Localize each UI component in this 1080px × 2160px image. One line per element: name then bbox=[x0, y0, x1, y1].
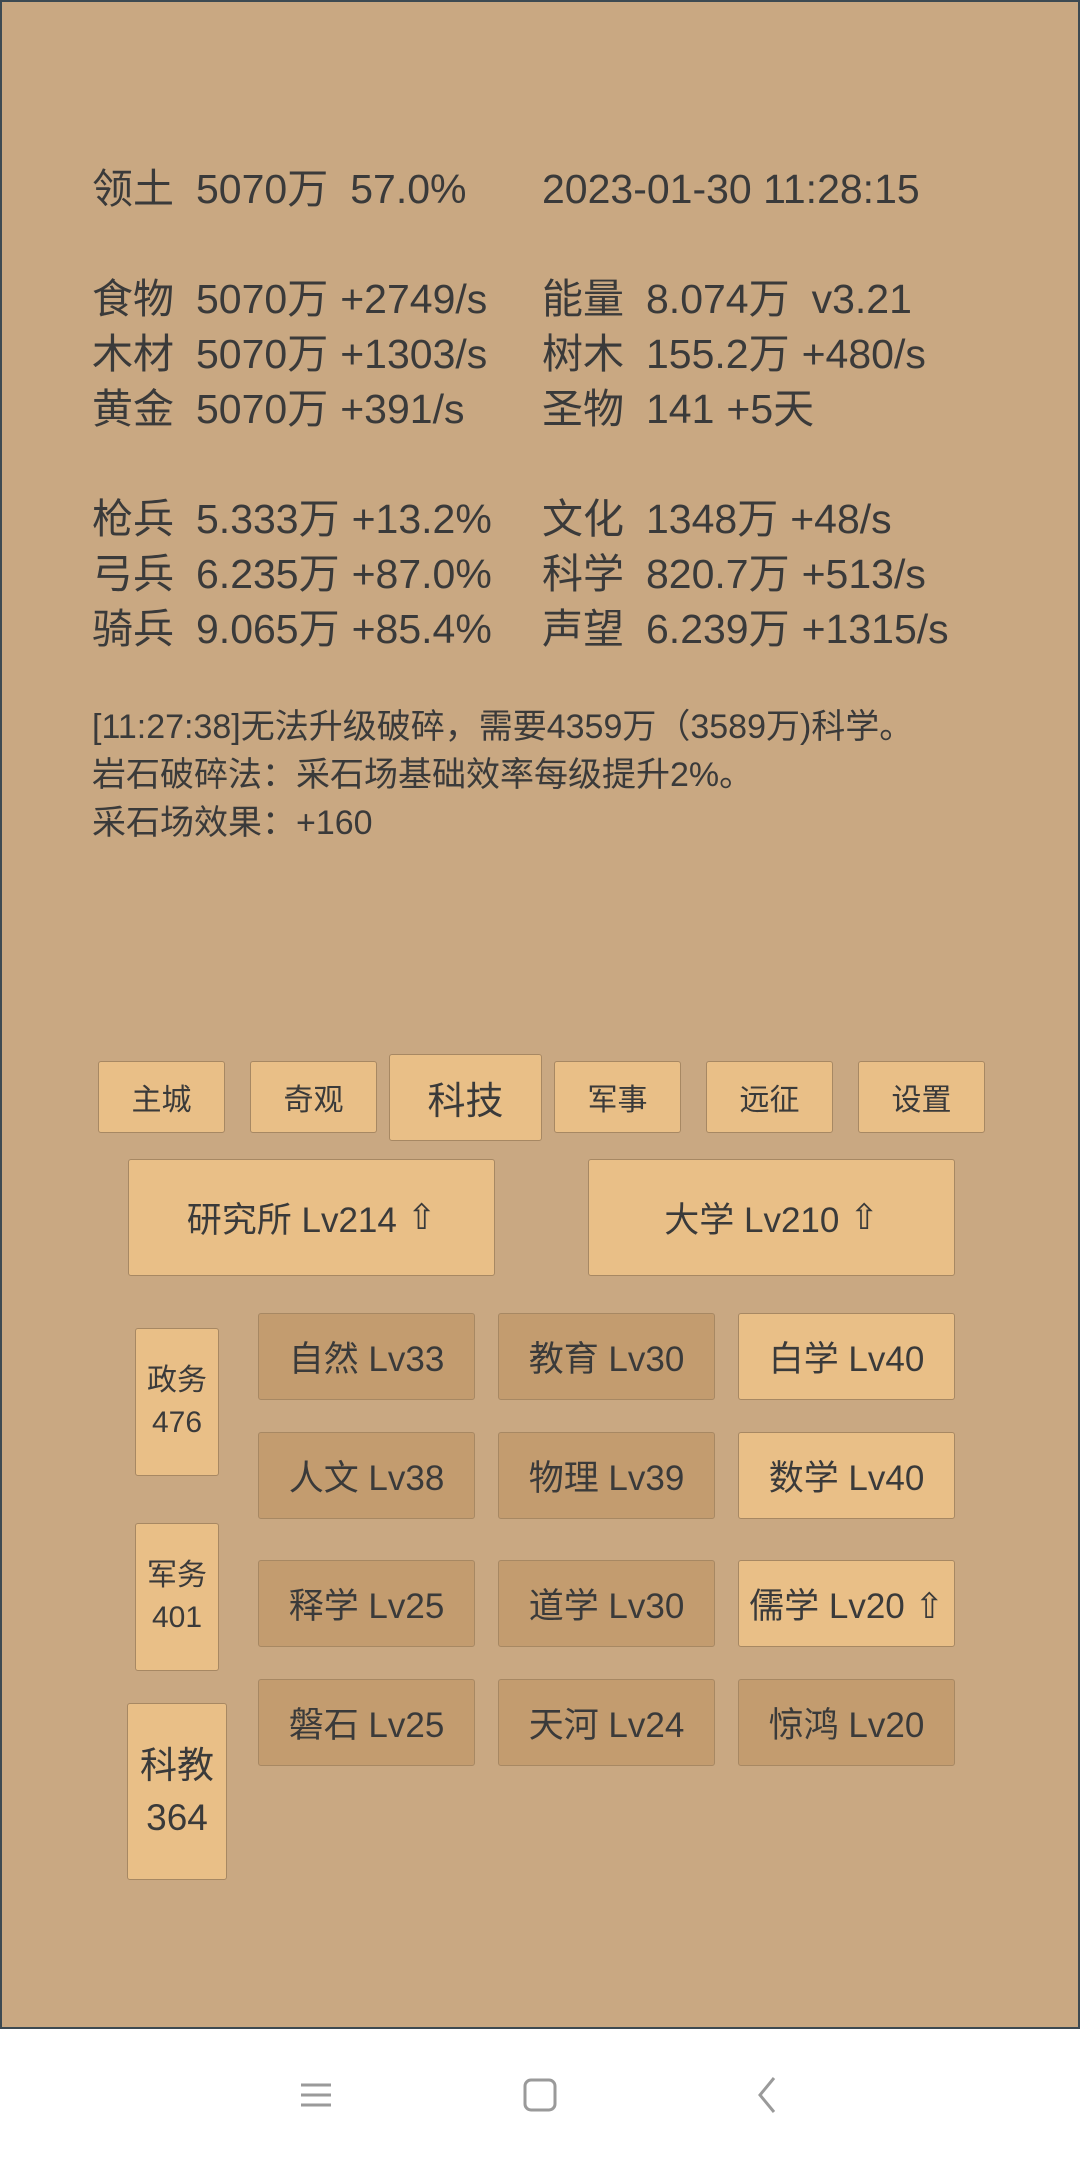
stat-relics: 圣物 141 +5天 bbox=[542, 389, 814, 430]
stat-value: 6.239万 bbox=[646, 606, 790, 652]
tech-nature[interactable]: 自然 Lv33 bbox=[258, 1313, 475, 1400]
tab-technology[interactable]: 科技 bbox=[389, 1054, 542, 1141]
tab-settings[interactable]: 设置 bbox=[858, 1061, 985, 1133]
stat-value: 141 bbox=[646, 386, 715, 432]
stat-value: 5070万 bbox=[196, 276, 329, 322]
stat-label: 弓兵 bbox=[92, 551, 174, 597]
stat-rate: +391/s bbox=[340, 386, 465, 432]
back-icon[interactable] bbox=[748, 2073, 788, 2117]
territory-stat: 领土 5070万 57.0% bbox=[92, 169, 466, 210]
stat-percent: 57.0% bbox=[350, 166, 467, 212]
stat-prestige: 声望 6.239万 +1315/s bbox=[542, 609, 949, 650]
stat-energy: 能量 8.074万 v3.21 bbox=[542, 279, 912, 320]
stat-rate: +87.0% bbox=[351, 551, 492, 597]
category-count: 476 bbox=[151, 1406, 203, 1439]
stat-rate: +2749/s bbox=[340, 276, 488, 322]
stat-value: 5070万 bbox=[196, 386, 329, 432]
tab-wonders[interactable]: 奇观 bbox=[250, 1061, 377, 1133]
stat-cavalry: 骑兵 9.065万 +85.4% bbox=[92, 609, 492, 650]
category-science-education[interactable]: 科教 364 bbox=[127, 1703, 227, 1880]
tab-main-city[interactable]: 主城 bbox=[98, 1061, 225, 1133]
tech-confucianism[interactable]: 儒学 Lv20 ⇧ bbox=[738, 1560, 955, 1647]
university-button[interactable]: 大学 Lv210 ⇧ bbox=[588, 1159, 955, 1276]
home-icon[interactable] bbox=[520, 2073, 560, 2117]
stat-value: 5070万 bbox=[196, 331, 329, 377]
message-line: [11:27:38]无法升级破碎，需要4359万（3589万)科学。 bbox=[92, 708, 914, 746]
tech-taoism[interactable]: 道学 Lv30 bbox=[498, 1560, 715, 1647]
game-screen: 领土 5070万 57.0% 2023-01-30 11:28:15 食物 5070万… bbox=[0, 0, 1080, 2029]
stat-label: 食物 bbox=[92, 276, 174, 322]
message-line: 岩石破碎法：采石场基础效率每级提升2%。 bbox=[92, 756, 754, 794]
tab-military[interactable]: 军事 bbox=[554, 1061, 681, 1133]
stat-label: 领土 bbox=[92, 166, 174, 212]
stat-value: 6.235万 bbox=[196, 551, 340, 597]
stat-rate: +480/s bbox=[801, 331, 926, 377]
message-line: 采石场效果：+160 bbox=[92, 804, 373, 842]
menu-icon[interactable] bbox=[296, 2073, 336, 2117]
stat-label: 木材 bbox=[92, 331, 174, 377]
stat-value: 155.2万 bbox=[646, 331, 790, 377]
category-name: 科教 bbox=[140, 1744, 214, 1786]
category-name: 政务 bbox=[147, 1364, 207, 1397]
version-label: v3.21 bbox=[811, 276, 912, 322]
stat-food: 食物 5070万 +2749/s bbox=[92, 279, 487, 320]
tech-white-studies[interactable]: 白学 Lv40 bbox=[738, 1313, 955, 1400]
datetime: 2023-01-30 11:28:15 bbox=[542, 166, 920, 212]
tech-physics[interactable]: 物理 Lv39 bbox=[498, 1432, 715, 1519]
tech-milky-way[interactable]: 天河 Lv24 bbox=[498, 1679, 715, 1766]
stat-culture: 文化 1348万 +48/s bbox=[542, 499, 892, 540]
upgrade-arrow-icon: ⇧ bbox=[406, 1197, 437, 1237]
tech-humanities[interactable]: 人文 Lv38 bbox=[258, 1432, 475, 1519]
stat-rate: +5天 bbox=[726, 386, 815, 432]
stat-label: 树木 bbox=[542, 331, 624, 377]
stat-rate: +1303/s bbox=[340, 331, 488, 377]
category-name: 军务 bbox=[147, 1559, 207, 1592]
stat-label: 黄金 bbox=[92, 386, 174, 432]
stat-value: 5.333万 bbox=[196, 496, 340, 542]
stat-spearmen: 枪兵 5.333万 +13.2% bbox=[92, 499, 492, 540]
category-count: 401 bbox=[151, 1601, 203, 1634]
stat-label: 科学 bbox=[542, 551, 624, 597]
stat-archers: 弓兵 6.235万 +87.0% bbox=[92, 554, 492, 595]
category-military-affairs[interactable]: 军务 401 bbox=[135, 1523, 219, 1671]
stat-label: 枪兵 bbox=[92, 496, 174, 542]
tech-mathematics[interactable]: 数学 Lv40 bbox=[738, 1432, 955, 1519]
stat-label: 圣物 bbox=[542, 386, 624, 432]
tech-startle-swan[interactable]: 惊鸿 Lv20 bbox=[738, 1679, 955, 1766]
upgrade-arrow-icon: ⇧ bbox=[849, 1197, 879, 1237]
stat-label: 骑兵 bbox=[92, 606, 174, 652]
stat-value: 5070万 bbox=[196, 166, 329, 212]
stat-rate: +85.4% bbox=[351, 606, 492, 652]
category-count: 364 bbox=[146, 1796, 208, 1838]
stat-label: 能量 bbox=[542, 276, 624, 322]
stat-label: 声望 bbox=[542, 606, 624, 652]
stat-value: 8.074万 bbox=[646, 276, 790, 322]
stat-rate: +48/s bbox=[790, 496, 892, 542]
stat-value: 1348万 bbox=[646, 496, 779, 542]
stat-rate: +1315/s bbox=[801, 606, 949, 652]
stat-value: 820.7万 bbox=[646, 551, 790, 597]
tech-education[interactable]: 教育 Lv30 bbox=[498, 1313, 715, 1400]
tech-bedrock[interactable]: 磐石 Lv25 bbox=[258, 1679, 475, 1766]
tech-buddhism[interactable]: 释学 Lv25 bbox=[258, 1560, 475, 1647]
tab-expedition[interactable]: 远征 bbox=[706, 1061, 833, 1133]
stat-science: 科学 820.7万 +513/s bbox=[542, 554, 926, 595]
building-label: 研究所 Lv214 bbox=[186, 1201, 397, 1240]
research-institute-button[interactable]: 研究所 Lv214 ⇧ bbox=[128, 1159, 495, 1276]
stat-rate: +13.2% bbox=[351, 496, 492, 542]
stat-rate: +513/s bbox=[801, 551, 926, 597]
stat-wood: 木材 5070万 +1303/s bbox=[92, 334, 487, 375]
category-politics[interactable]: 政务 476 bbox=[135, 1328, 219, 1476]
stat-label: 文化 bbox=[542, 496, 624, 542]
building-label: 大学 Lv210 bbox=[664, 1201, 840, 1240]
stat-gold: 黄金 5070万 +391/s bbox=[92, 389, 464, 430]
stat-trees: 树木 155.2万 +480/s bbox=[542, 334, 926, 375]
stat-value: 9.065万 bbox=[196, 606, 340, 652]
